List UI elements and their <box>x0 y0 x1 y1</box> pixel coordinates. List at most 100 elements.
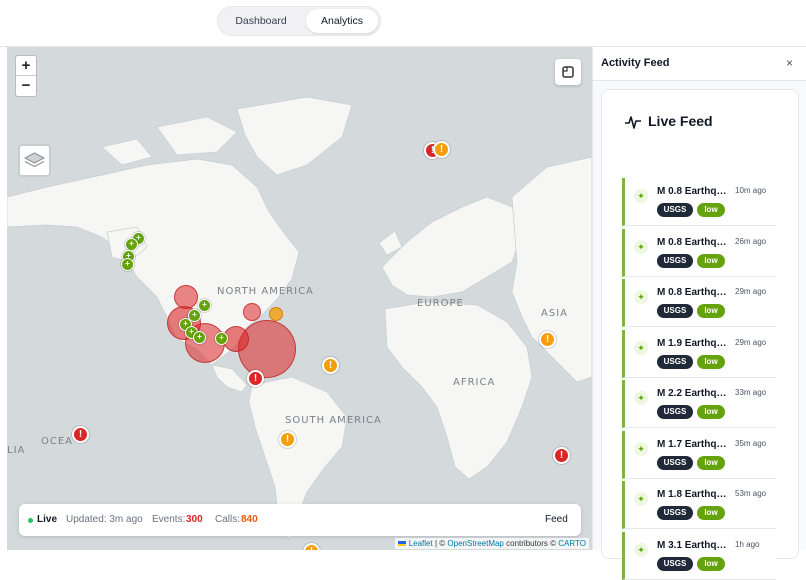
panel-title: Activity Feed <box>601 57 670 69</box>
severity-badge: low <box>697 354 725 369</box>
earthquake-icon: ✦ <box>634 189 648 203</box>
feed-item-title: M 1.8 Earthquake <box>657 489 729 500</box>
layers-button[interactable] <box>18 144 51 177</box>
feed-item-time: 1h ago <box>735 539 760 549</box>
event-circle[interactable] <box>269 307 283 321</box>
feed-item-time: 33m ago <box>735 388 767 397</box>
severity-badge: low <box>697 203 725 217</box>
attribution-sep: | © <box>434 539 446 548</box>
severity-badge: low <box>697 556 725 571</box>
feed-item-title: M 1.7 Earthquake <box>657 438 729 450</box>
feed-toggle-button[interactable]: Feed <box>545 504 568 536</box>
feed-item[interactable]: ✦ M 0.8 Earthquake 10m ago USGS low <box>622 178 776 226</box>
label-north-america: NORTH AMERICA <box>217 286 314 297</box>
map-status-bar: Live Updated: 3m ago Events: 300 Calls: … <box>19 504 581 536</box>
zoom-control: + − <box>15 55 37 97</box>
feed-item[interactable]: ✦ M 1.7 Earthquake 35m ago USGS low <box>622 430 776 479</box>
map-attribution: Leaflet | © OpenStreetMap contributors ©… <box>395 538 589 549</box>
fullscreen-button[interactable] <box>555 59 581 85</box>
feed-item[interactable]: ✦ M 1.9 Earthquake 29m ago USGS low <box>622 329 776 378</box>
source-badge: USGS <box>657 304 693 318</box>
event-circle[interactable] <box>174 285 198 309</box>
source-badge: USGS <box>657 506 693 520</box>
label-edge: LIA <box>7 445 26 456</box>
close-icon[interactable]: × <box>786 56 793 70</box>
severity-badge: low <box>697 405 725 419</box>
view-switcher: Dashboard Analytics <box>217 6 381 36</box>
calls-label: Calls: <box>215 514 241 525</box>
feed-item-title: M 0.8 Earthquake <box>657 287 729 298</box>
activity-feed-panel: Activity Feed × Live Feed ✦ M 0.8 Earthqu… <box>592 47 806 580</box>
osm-link[interactable]: OpenStreetMap <box>447 539 503 548</box>
feed-item-title: M 1.9 Earthquake <box>657 337 729 349</box>
feed-item-title: M 3.1 Earthquake <box>657 539 729 551</box>
event-pin-high[interactable]: ! <box>247 370 264 387</box>
leaflet-link[interactable]: Leaflet <box>409 539 433 548</box>
event-circle[interactable] <box>238 320 296 378</box>
event-pin-medium[interactable]: ! <box>433 141 450 158</box>
feed-item-time: 53m ago <box>735 489 767 498</box>
event-pin-low[interactable]: + <box>193 331 206 344</box>
feed-item-title: M 2.2 Earthquake <box>657 388 729 399</box>
event-pin-medium[interactable]: ! <box>279 431 296 448</box>
event-pin-low[interactable]: + <box>198 299 211 312</box>
feed-item-time: 10m ago <box>735 186 767 195</box>
live-label: Live <box>37 514 58 525</box>
event-pin-low[interactable]: + <box>121 258 134 271</box>
source-badge: USGS <box>657 203 693 217</box>
attribution-contrib: contributors © <box>506 539 557 548</box>
world-map[interactable]: NORTH AMERICA SOUTH AMERICA EUROPE AFRIC… <box>7 47 592 550</box>
source-badge: USGS <box>657 354 693 369</box>
label-asia: ASIA <box>541 308 568 319</box>
feed-item[interactable]: ✦ M 0.8 Earthquake 29m ago USGS low <box>622 279 776 327</box>
map-base-layer <box>7 96 592 540</box>
live-feed-title: Live Feed <box>648 113 713 129</box>
activity-icon <box>625 116 641 129</box>
panel-header: Activity Feed × <box>593 47 806 81</box>
label-europe: EUROPE <box>417 298 464 309</box>
feed-item-title: M 0.8 Earthquake <box>657 186 729 197</box>
label-ocean: OCEA <box>41 436 74 447</box>
feed-item[interactable]: ✦ M 2.2 Earthquake 33m ago USGS low <box>622 380 776 428</box>
event-pin-medium[interactable]: ! <box>322 357 339 374</box>
earthquake-icon: ✦ <box>634 239 648 254</box>
source-badge: USGS <box>657 405 693 419</box>
zoom-out-button[interactable]: − <box>16 76 36 96</box>
severity-badge: low <box>697 304 725 318</box>
source-badge: USGS <box>657 556 693 571</box>
event-pin-low[interactable]: + <box>215 332 228 345</box>
feed-item-title: M 0.8 Earthquake <box>657 236 729 248</box>
feed-item[interactable]: ✦ M 1.8 Earthquake 53m ago USGS low <box>622 481 776 529</box>
events-count: 300 <box>186 514 203 525</box>
source-badge: USGS <box>657 253 693 268</box>
tab-dashboard[interactable]: Dashboard <box>224 9 298 33</box>
event-circle[interactable] <box>243 303 261 321</box>
flag-icon <box>398 541 407 546</box>
event-pin-medium[interactable]: ! <box>539 331 556 348</box>
zoom-in-button[interactable]: + <box>16 56 36 76</box>
earthquake-icon: ✦ <box>634 340 648 355</box>
top-bar: Dashboard Analytics <box>0 0 806 47</box>
tab-analytics[interactable]: Analytics <box>306 9 378 33</box>
feed-item-time: 26m ago <box>735 236 767 246</box>
source-badge: USGS <box>657 455 693 470</box>
events-label: Events: <box>152 514 186 525</box>
live-indicator-dot <box>28 518 33 523</box>
event-pin-high[interactable]: ! <box>553 447 570 464</box>
earthquake-icon: ✦ <box>634 441 648 456</box>
fullscreen-icon <box>562 66 574 78</box>
severity-badge: low <box>697 506 725 520</box>
label-south-america: SOUTH AMERICA <box>285 415 382 426</box>
severity-badge: low <box>697 455 725 470</box>
label-africa: AFRICA <box>453 377 496 388</box>
feed-item[interactable]: ✦M 3.1 Earthquake1h agoUSGSlow <box>622 531 776 580</box>
live-feed-card: Live Feed ✦ M 0.8 Earthquake 10m ago USGS lo… <box>601 89 799 580</box>
layers-icon <box>23 152 46 168</box>
event-pin-high[interactable]: ! <box>72 426 89 443</box>
carto-link[interactable]: CARTO <box>558 539 586 548</box>
feed-item-time: 29m ago <box>735 287 767 296</box>
earthquake-icon: ✦ <box>634 492 648 506</box>
severity-badge: low <box>697 253 725 268</box>
feed-item[interactable]: ✦ M 0.8 Earthquake 26m ago USGS low <box>622 228 776 277</box>
updated-label: Updated: 3m ago <box>66 514 143 525</box>
